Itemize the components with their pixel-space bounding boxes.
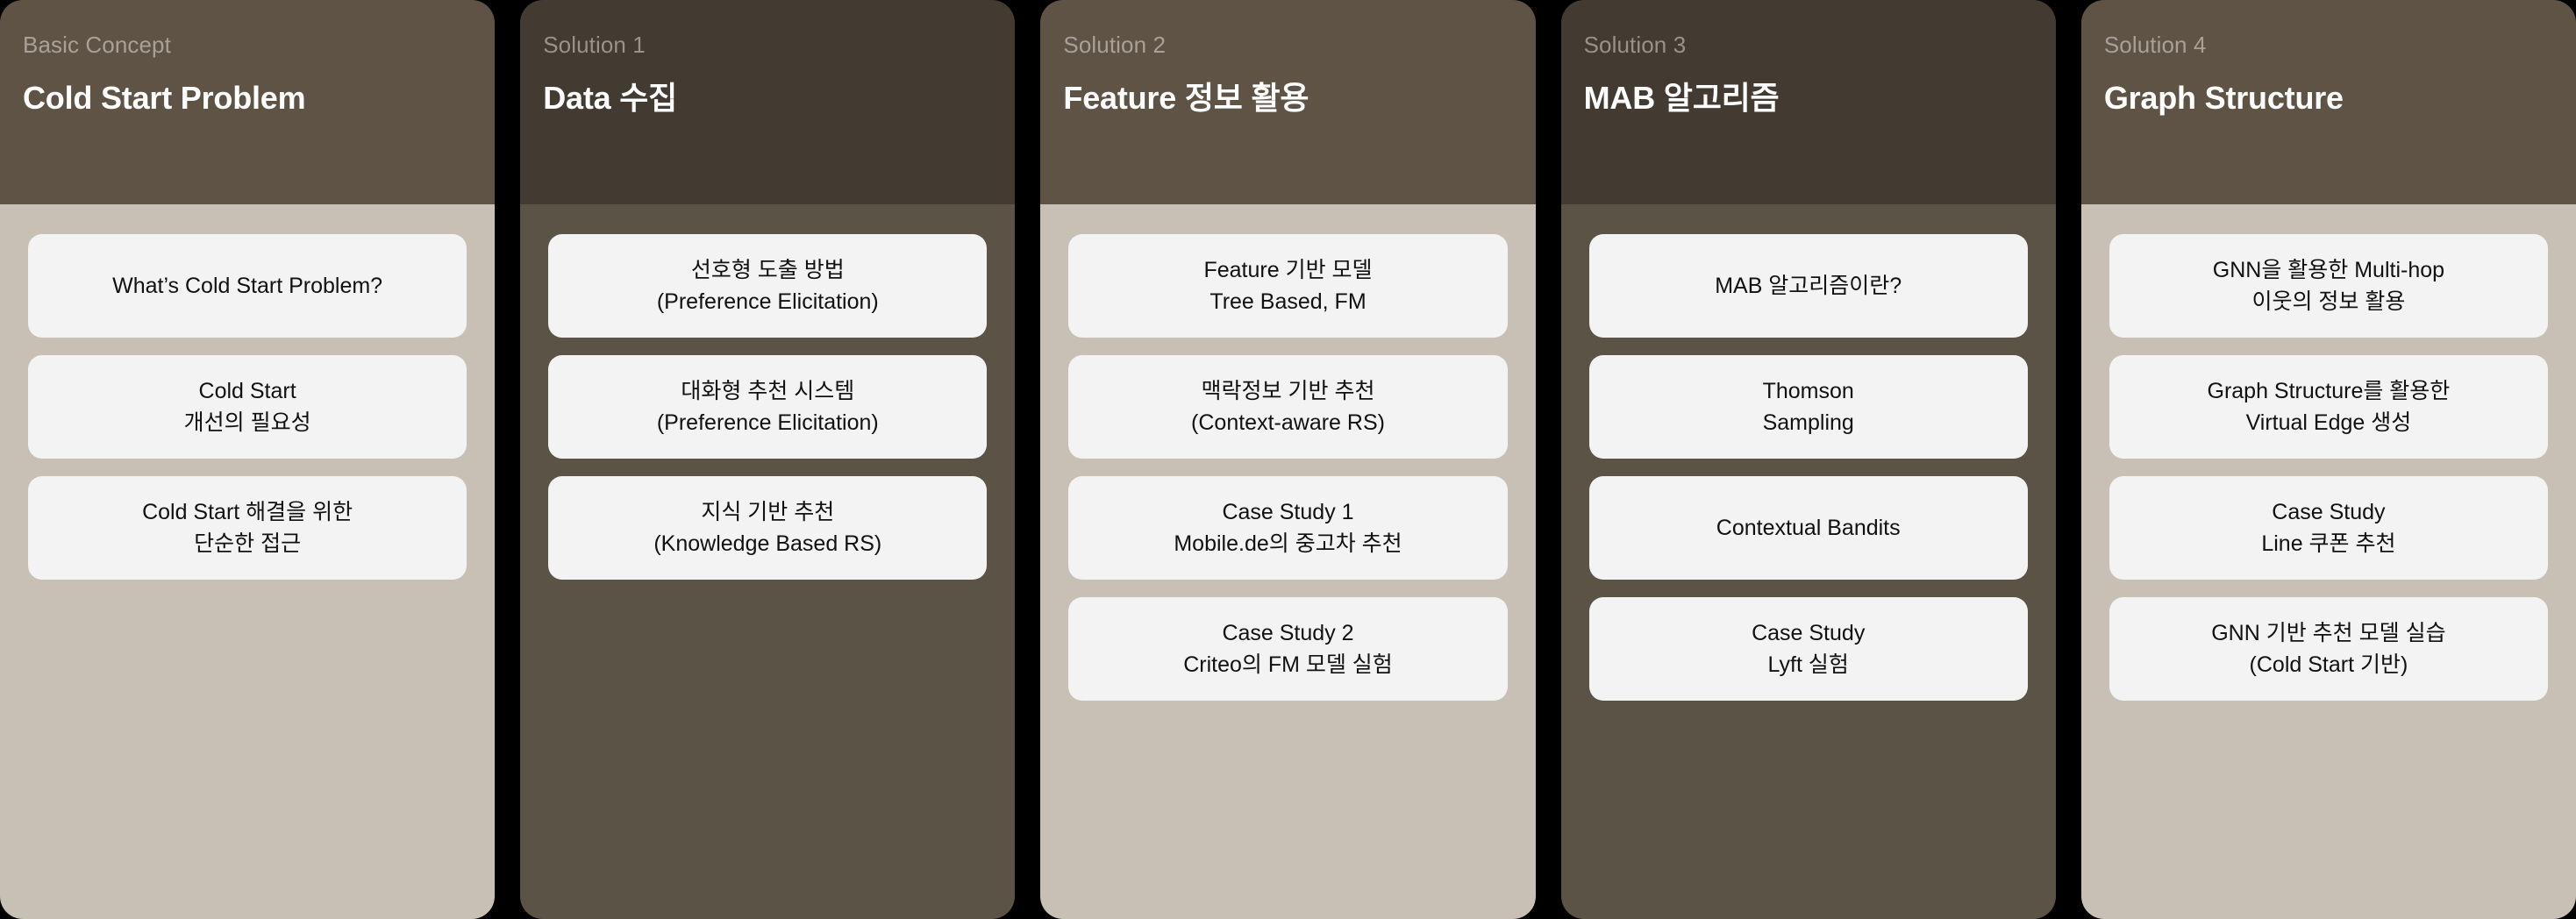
topic-card[interactable]: Case Study 2 Criteo의 FM 모델 실험: [1068, 597, 1508, 701]
topic-card-line-secondary: Sampling: [1762, 410, 1854, 435]
roadmap-column[interactable]: Basic Concept Cold Start Problem What’s Co…: [0, 0, 496, 919]
column-body: Feature 기반 모델 Tree Based, FM 맥락정보 기반 추천 (Co…: [1040, 204, 1536, 919]
column-eyebrow-label: Solution 4: [2103, 32, 2207, 58]
topic-card[interactable]: Case Study Line 쿠폰 추천: [2109, 476, 2549, 580]
column-body: GNN을 활용한 Multi-hop 이웃의 정보 활용 Graph Structu…: [2080, 204, 2576, 919]
topic-card-line-primary: 지식 기반 추천: [701, 499, 835, 524]
column-eyebrow-label: Basic Concept: [23, 32, 171, 58]
topic-card-line-primary: MAB 알고리즘이란?: [1715, 273, 1902, 298]
column-title: MAB 알고리즘: [1583, 80, 1780, 117]
column-header: Solution 1 Data 수집: [520, 0, 1016, 204]
topic-card-line-primary: 맥락정보 기반 추천: [1201, 378, 1375, 403]
topic-card[interactable]: GNN 기반 추천 모델 실습 (Cold Start 기반): [2109, 597, 2549, 701]
topic-card-line-primary: Case Study: [1752, 620, 1866, 645]
topic-card-line-secondary: (Preference Elicitation): [656, 289, 879, 314]
topic-card-line-primary: What’s Cold Start Problem?: [112, 273, 383, 298]
column-title: Data 수집: [543, 80, 678, 117]
topic-card[interactable]: Thomson Sampling: [1588, 355, 2028, 459]
column-title: Graph Structure: [2103, 80, 2344, 117]
roadmap-column[interactable]: Solution 3 MAB 알고리즘 MAB 알고리즘이란? Thomson Samp…: [1560, 0, 2056, 919]
column-header: Basic Concept Cold Start Problem: [0, 0, 496, 204]
column-title: Cold Start Problem: [23, 80, 306, 117]
topic-card-line-secondary: Line 쿠폰 추천: [2261, 531, 2396, 556]
topic-card-line-primary: Case Study 2: [1222, 620, 1354, 645]
topic-card-line-secondary: 개선의 필요성: [183, 410, 311, 435]
roadmap-board: Basic Concept Cold Start Problem What’s Co…: [0, 0, 2576, 919]
column-eyebrow-label: Solution 3: [1583, 32, 1687, 58]
topic-card[interactable]: Contextual Bandits: [1588, 476, 2028, 580]
topic-card-line-primary: Thomson: [1762, 378, 1854, 403]
topic-card-line-secondary: (Cold Start 기반): [2249, 652, 2408, 677]
topic-card[interactable]: Case Study Lyft 실험: [1588, 597, 2028, 701]
topic-card-line-secondary: Tree Based, FM: [1210, 289, 1366, 314]
topic-card[interactable]: Graph Structure를 활용한 Virtual Edge 생성: [2109, 355, 2549, 459]
column-body: 선호형 도출 방법 (Preference Elicitation) 대화형 추천 …: [520, 204, 1016, 919]
topic-card-line-secondary: Lyft 실험: [1767, 652, 1849, 677]
column-header: Solution 3 MAB 알고리즘: [1560, 0, 2056, 204]
topic-card[interactable]: 선호형 도출 방법 (Preference Elicitation): [548, 234, 988, 338]
topic-card-line-secondary: 단순한 접근: [194, 531, 302, 556]
topic-card-line-primary: 대화형 추천 시스템: [681, 378, 855, 403]
topic-card-line-secondary: (Knowledge Based RS): [653, 531, 882, 556]
topic-card-line-secondary: (Context-aware RS): [1191, 410, 1385, 435]
topic-card[interactable]: Cold Start 해결을 위한단순한 접근: [28, 476, 467, 580]
topic-card-line-primary: Contextual Bandits: [1716, 515, 1901, 540]
topic-card[interactable]: MAB 알고리즘이란?: [1588, 234, 2028, 338]
topic-card-line-primary: GNN을 활용한 Multi-hop: [2212, 257, 2445, 282]
topic-card[interactable]: What’s Cold Start Problem?: [28, 234, 467, 338]
column-eyebrow-label: Solution 1: [543, 32, 646, 58]
topic-card[interactable]: Case Study 1 Mobile.de의 중고차 추천: [1068, 476, 1508, 580]
topic-card[interactable]: 맥락정보 기반 추천 (Context-aware RS): [1068, 355, 1508, 459]
topic-card[interactable]: 지식 기반 추천 (Knowledge Based RS): [548, 476, 988, 580]
topic-card[interactable]: Cold Start 개선의 필요성: [28, 355, 467, 459]
column-title: Feature 정보 활용: [1063, 80, 1309, 117]
topic-card-line-secondary: Mobile.de의 중고차 추천: [1174, 531, 1402, 556]
roadmap-column[interactable]: Solution 4 Graph Structure GNN을 활용한 Multi-…: [2080, 0, 2576, 919]
topic-card-line-secondary: Virtual Edge 생성: [2245, 410, 2412, 435]
column-body: What’s Cold Start Problem? Cold Start 개선의 …: [0, 204, 496, 919]
column-header: Solution 4 Graph Structure: [2080, 0, 2576, 204]
column-body: MAB 알고리즘이란? Thomson Sampling Contextual Ban…: [1560, 204, 2056, 919]
column-eyebrow-label: Solution 2: [1063, 32, 1167, 58]
topic-card-line-primary: 선호형 도출 방법: [690, 257, 845, 282]
topic-card-line-secondary: 이웃의 정보 활용: [2251, 289, 2406, 314]
topic-card[interactable]: 대화형 추천 시스템 (Preference Elicitation): [548, 355, 988, 459]
topic-card[interactable]: GNN을 활용한 Multi-hop 이웃의 정보 활용: [2109, 234, 2549, 338]
topic-card-line-primary: Case Study: [2272, 499, 2386, 524]
topic-card[interactable]: Feature 기반 모델 Tree Based, FM: [1068, 234, 1508, 338]
topic-card-line-primary: Graph Structure를 활용한: [2207, 378, 2451, 403]
topic-card-line-primary: Feature 기반 모델: [1203, 257, 1373, 282]
topic-card-line-primary: Case Study 1: [1222, 499, 1354, 524]
topic-card-line-primary: Cold Start 해결을 위한: [142, 499, 353, 524]
topic-card-line-secondary: Criteo의 FM 모델 실험: [1183, 652, 1393, 677]
roadmap-column[interactable]: Solution 1 Data 수집선호형 도출 방법 (Preference El…: [520, 0, 1016, 919]
roadmap-column[interactable]: Solution 2 Feature 정보 활용 Feature 기반 모델 Tree…: [1040, 0, 1536, 919]
topic-card-line-secondary: (Preference Elicitation): [656, 410, 879, 435]
topic-card-line-primary: Cold Start: [198, 378, 296, 403]
column-header: Solution 2 Feature 정보 활용: [1040, 0, 1536, 204]
topic-card-line-primary: GNN 기반 추천 모델 실습: [2211, 620, 2446, 645]
